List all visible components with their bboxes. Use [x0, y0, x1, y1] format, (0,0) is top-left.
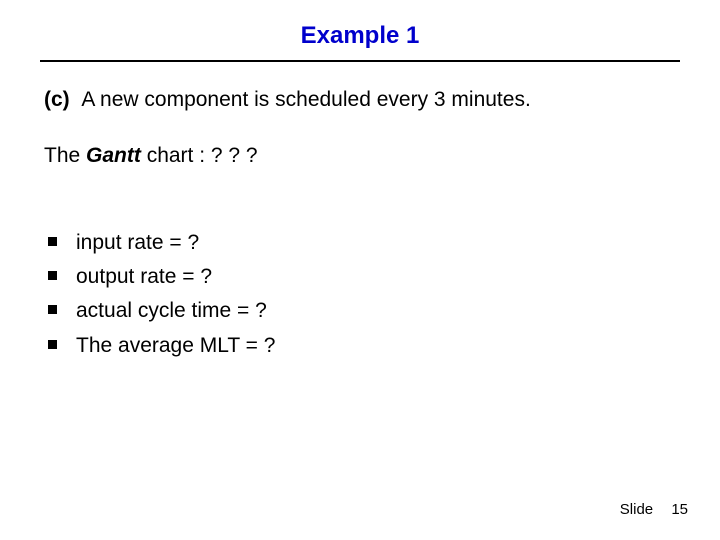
bullet-text: The average MLT = ?	[76, 334, 275, 357]
list-item: actual cycle time = ?	[48, 297, 676, 325]
slide-title: Example 1	[0, 0, 720, 60]
paragraph-gantt: The Gantt chart : ? ? ?	[44, 142, 676, 170]
gantt-emph: Gantt	[86, 144, 141, 167]
gantt-prefix: The	[44, 144, 86, 167]
list-item: input rate = ?	[48, 229, 676, 257]
square-bullet-icon	[48, 237, 57, 246]
gantt-suffix: chart : ? ? ?	[141, 144, 258, 167]
list-item: output rate = ?	[48, 263, 676, 291]
slide-body: (c) A new component is scheduled every 3…	[0, 62, 720, 360]
paragraph-c: (c) A new component is scheduled every 3…	[44, 86, 676, 114]
slide-number: 15	[671, 501, 688, 518]
footer-label: Slide	[620, 501, 653, 518]
slide-footer: Slide 15	[620, 501, 688, 518]
label-c: (c)	[44, 88, 70, 111]
list-item: The average MLT = ?	[48, 332, 676, 360]
square-bullet-icon	[48, 340, 57, 349]
slide: Example 1 (c) A new component is schedul…	[0, 0, 720, 540]
bullet-text: actual cycle time = ?	[76, 299, 267, 322]
bullet-text: output rate = ?	[76, 265, 212, 288]
square-bullet-icon	[48, 305, 57, 314]
bullet-list: input rate = ? output rate = ? actual cy…	[48, 229, 676, 360]
para-c-text: A new component is scheduled every 3 min…	[81, 88, 530, 111]
square-bullet-icon	[48, 271, 57, 280]
bullet-text: input rate = ?	[76, 231, 199, 254]
